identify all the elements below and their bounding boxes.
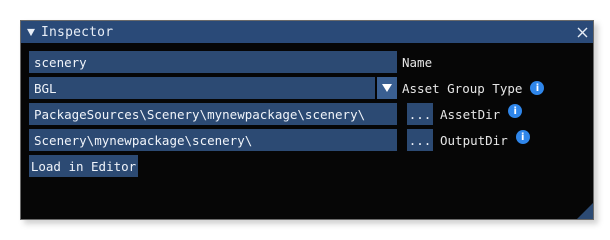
asset-dir-input[interactable]: PackageSources\Scenery\mynewpackage\scen… <box>29 103 397 125</box>
name-row: scenery Name <box>29 51 593 73</box>
output-dir-browse-button[interactable]: ... <box>407 129 433 151</box>
name-input[interactable]: scenery <box>29 51 397 73</box>
collapse-triangle-icon[interactable] <box>27 28 35 37</box>
dropdown-arrow-icon[interactable] <box>377 77 397 99</box>
resize-grip-icon[interactable] <box>577 203 593 219</box>
asset-group-type-select[interactable]: BGL <box>29 77 375 99</box>
asset-dir-info-icon[interactable]: i <box>508 104 523 118</box>
asset-dir-row: PackageSources\Scenery\mynewpackage\scen… <box>29 103 593 125</box>
asset-group-type-info-icon[interactable]: i <box>530 81 545 95</box>
title-bar[interactable]: Inspector <box>21 21 593 43</box>
output-dir-info-icon[interactable]: i <box>515 130 530 144</box>
asset-group-type-label: Asset Group Type <box>402 80 523 96</box>
window-title: Inspector <box>41 24 114 40</box>
asset-dir-label: AssetDir <box>440 106 501 122</box>
asset-group-type-row: BGL Asset Group Type i <box>29 77 593 99</box>
load-in-editor-button[interactable]: Load in Editor <box>29 155 138 177</box>
load-row: Load in Editor <box>29 155 593 177</box>
close-icon[interactable] <box>571 21 593 43</box>
inspector-window: Inspector scenery Name BGL Asset Group T… <box>20 20 594 220</box>
name-label: Name <box>402 54 433 70</box>
asset-dir-browse-button[interactable]: ... <box>407 103 433 125</box>
output-dir-label: OutputDir <box>440 132 508 148</box>
output-dir-row: Scenery\mynewpackage\scenery\ ... Output… <box>29 129 593 151</box>
output-dir-input[interactable]: Scenery\mynewpackage\scenery\ <box>29 129 397 151</box>
